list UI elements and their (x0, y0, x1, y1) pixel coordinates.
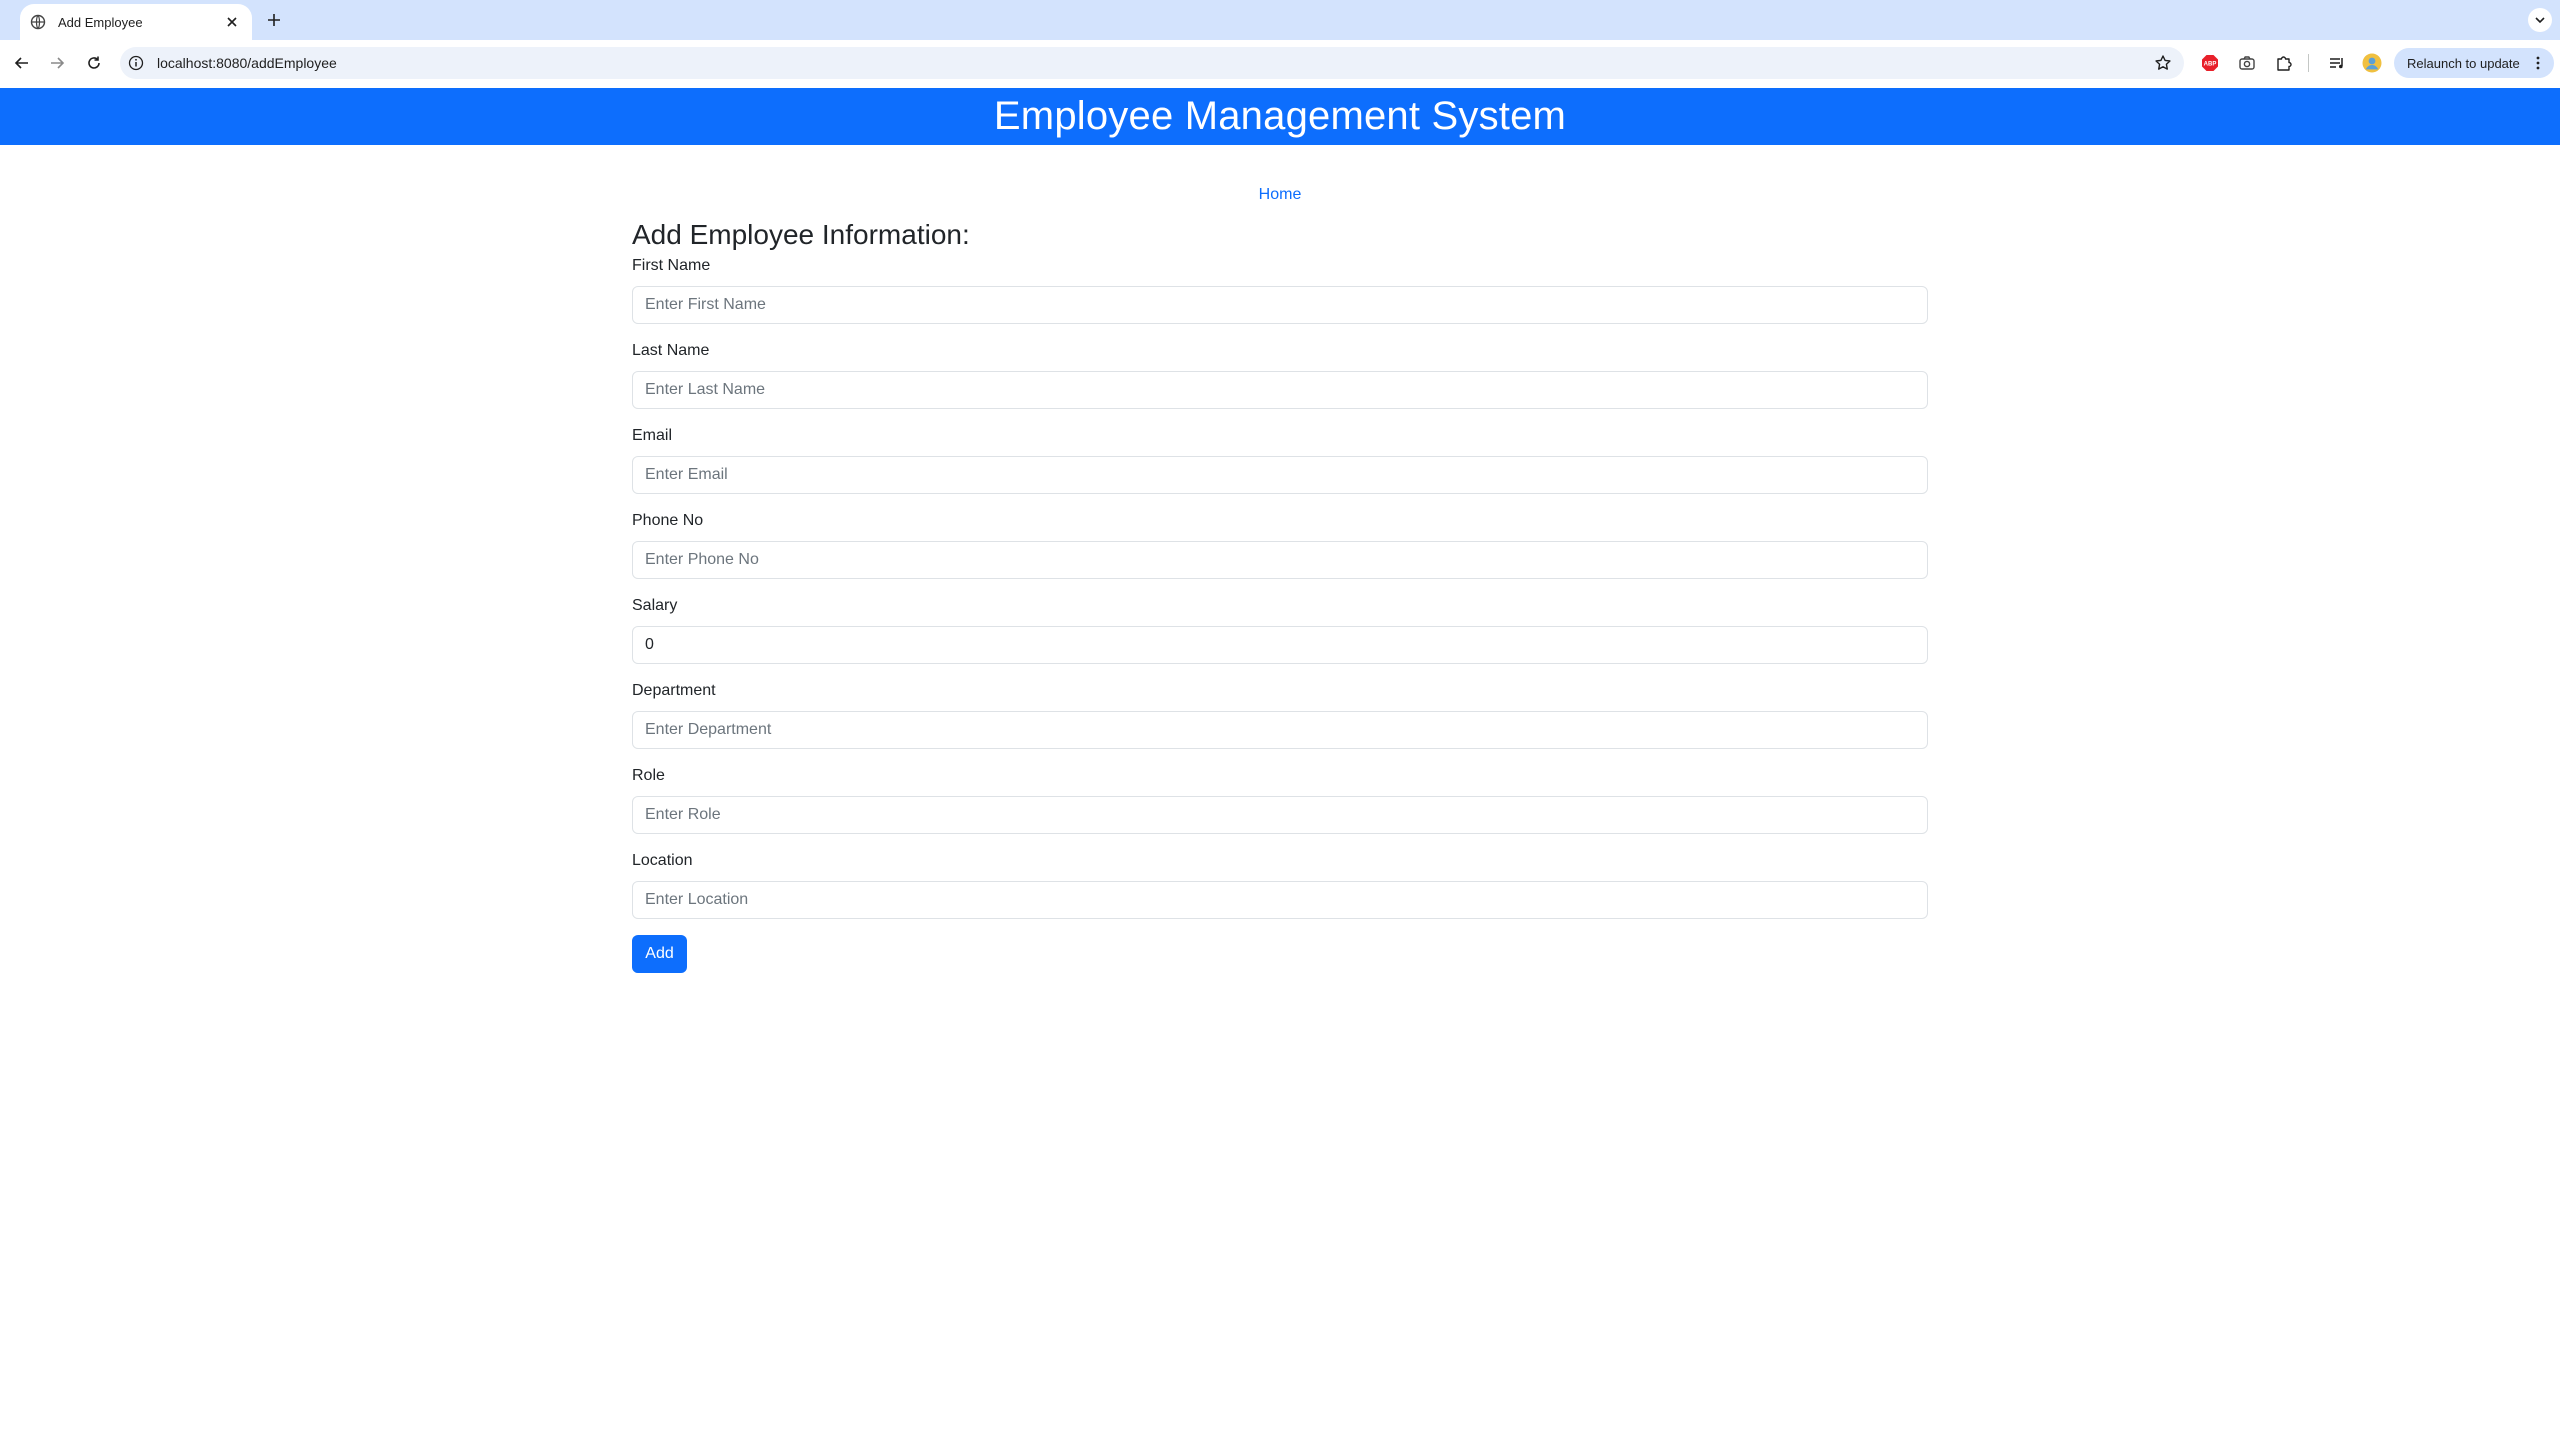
first-name-field: First Name (632, 254, 1928, 324)
location-field: Location (632, 849, 1928, 919)
add-employee-form: Add Employee Information: First Name Las… (632, 220, 1928, 973)
role-field: Role (632, 764, 1928, 834)
close-tab-icon[interactable] (222, 12, 242, 32)
browser-toolbar: localhost:8080/addEmployee ABP Relaunch … (0, 40, 2560, 86)
camera-extension-icon[interactable] (2237, 53, 2257, 73)
relaunch-label: Relaunch to update (2407, 55, 2520, 71)
globe-icon (30, 14, 46, 30)
extensions-puzzle-icon[interactable] (2274, 53, 2294, 73)
department-label: Department (632, 682, 716, 699)
email-input[interactable] (632, 456, 1928, 494)
page-title: Employee Management System (993, 94, 1567, 138)
page-header: Employee Management System (0, 88, 2560, 145)
email-label: Email (632, 427, 673, 444)
last-name-field: Last Name (632, 339, 1928, 409)
first-name-label: First Name (632, 257, 711, 274)
address-bar[interactable]: localhost:8080/addEmployee (120, 47, 2184, 79)
department-field: Department (632, 679, 1928, 749)
last-name-input[interactable] (632, 371, 1928, 409)
salary-label: Salary (632, 597, 678, 614)
bookmark-star-icon[interactable] (2154, 54, 2172, 72)
role-input[interactable] (632, 796, 1928, 834)
tab-add-employee[interactable]: Add Employee (20, 4, 252, 40)
last-name-label: Last Name (632, 342, 710, 359)
site-info-icon[interactable] (128, 55, 144, 71)
add-button[interactable]: Add (632, 935, 687, 973)
abp-icon-text: ABP (2204, 62, 2217, 68)
new-tab-icon[interactable] (262, 8, 286, 32)
salary-field: Salary (632, 594, 1928, 664)
role-label: Role (632, 767, 665, 784)
tab-strip: Add Employee (0, 0, 2560, 40)
media-controls-icon[interactable] (2327, 53, 2347, 73)
salary-input[interactable] (632, 626, 1928, 664)
more-menu-icon[interactable] (2530, 55, 2546, 71)
phone-no-label: Phone No (632, 512, 704, 529)
first-name-input[interactable] (632, 286, 1928, 324)
form-heading: Add Employee Information: (632, 219, 970, 250)
relaunch-to-update-button[interactable]: Relaunch to update (2394, 48, 2554, 78)
phone-no-input[interactable] (632, 541, 1928, 579)
location-input[interactable] (632, 881, 1928, 919)
home-link[interactable]: Home (0, 186, 2560, 204)
forward-icon[interactable] (45, 51, 69, 75)
adblock-extension-icon[interactable]: ABP (2200, 53, 2220, 73)
toolbar-divider (2308, 54, 2309, 72)
department-input[interactable] (632, 711, 1928, 749)
reload-icon[interactable] (82, 51, 106, 75)
email-field: Email (632, 424, 1928, 494)
back-icon[interactable] (10, 51, 34, 75)
location-label: Location (632, 852, 693, 869)
tab-search-icon[interactable] (2528, 8, 2552, 32)
profile-avatar-icon[interactable] (2362, 53, 2382, 73)
url-text: localhost:8080/addEmployee (157, 55, 337, 71)
phone-no-field: Phone No (632, 509, 1928, 579)
tab-title: Add Employee (58, 14, 143, 30)
